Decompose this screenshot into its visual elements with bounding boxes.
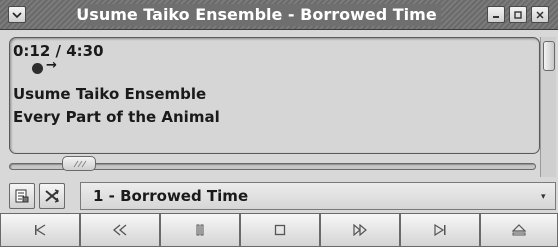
- elapsed-time: 0:12 / 4:30: [13, 42, 104, 60]
- minimize-icon: [493, 15, 499, 18]
- previous-track-button[interactable]: [0, 213, 80, 247]
- close-icon: [536, 10, 544, 19]
- shuffle-button[interactable]: [39, 183, 65, 209]
- close-button[interactable]: [531, 6, 549, 23]
- rewind-button[interactable]: [80, 213, 160, 247]
- grip-icon: [73, 160, 87, 167]
- next-track-button[interactable]: [400, 213, 480, 247]
- window-menu-button[interactable]: [8, 6, 26, 23]
- stop-icon: [274, 224, 286, 236]
- track-info-display: 0:12 / 4:30 → Usume Taiko Ensemble Every…: [9, 37, 540, 154]
- current-track-label: 1 - Borrowed Time: [93, 187, 249, 205]
- record-dot-icon: [32, 63, 43, 74]
- pause-button[interactable]: [160, 213, 240, 247]
- artist-name: Usume Taiko Ensemble: [13, 85, 207, 103]
- eject-button[interactable]: [480, 213, 558, 247]
- transport-bar: [0, 213, 558, 247]
- rewind-icon: [112, 224, 127, 236]
- eject-icon: [512, 224, 526, 236]
- track-selector[interactable]: 1 - Borrowed Time ▾: [80, 182, 556, 210]
- skip-back-icon: [35, 224, 46, 236]
- maximize-icon: [514, 10, 522, 19]
- playlist-icon: [15, 189, 29, 203]
- pause-icon: [196, 224, 204, 236]
- window-title: Usume Taiko Ensemble - Borrowed Time: [76, 5, 437, 24]
- seek-slider-handle[interactable]: [62, 156, 96, 171]
- minimize-button[interactable]: [487, 6, 505, 23]
- fast-forward-button[interactable]: [320, 213, 400, 247]
- maximize-button[interactable]: [509, 6, 527, 23]
- album-name: Every Part of the Animal: [13, 108, 220, 126]
- stop-button[interactable]: [240, 213, 320, 247]
- fast-forward-icon: [353, 224, 367, 236]
- arrow-right-icon: →: [46, 58, 57, 73]
- chevron-down-icon: [12, 11, 22, 18]
- scrollbar-thumb[interactable]: [543, 41, 555, 71]
- chevron-down-icon: ▾: [541, 192, 546, 202]
- vertical-scrollbar[interactable]: [540, 37, 556, 177]
- shuffle-icon: [45, 189, 59, 203]
- skip-forward-icon: [434, 224, 446, 236]
- playlist-button[interactable]: [9, 183, 35, 209]
- title-bar: Usume Taiko Ensemble - Borrowed Time: [0, 0, 558, 30]
